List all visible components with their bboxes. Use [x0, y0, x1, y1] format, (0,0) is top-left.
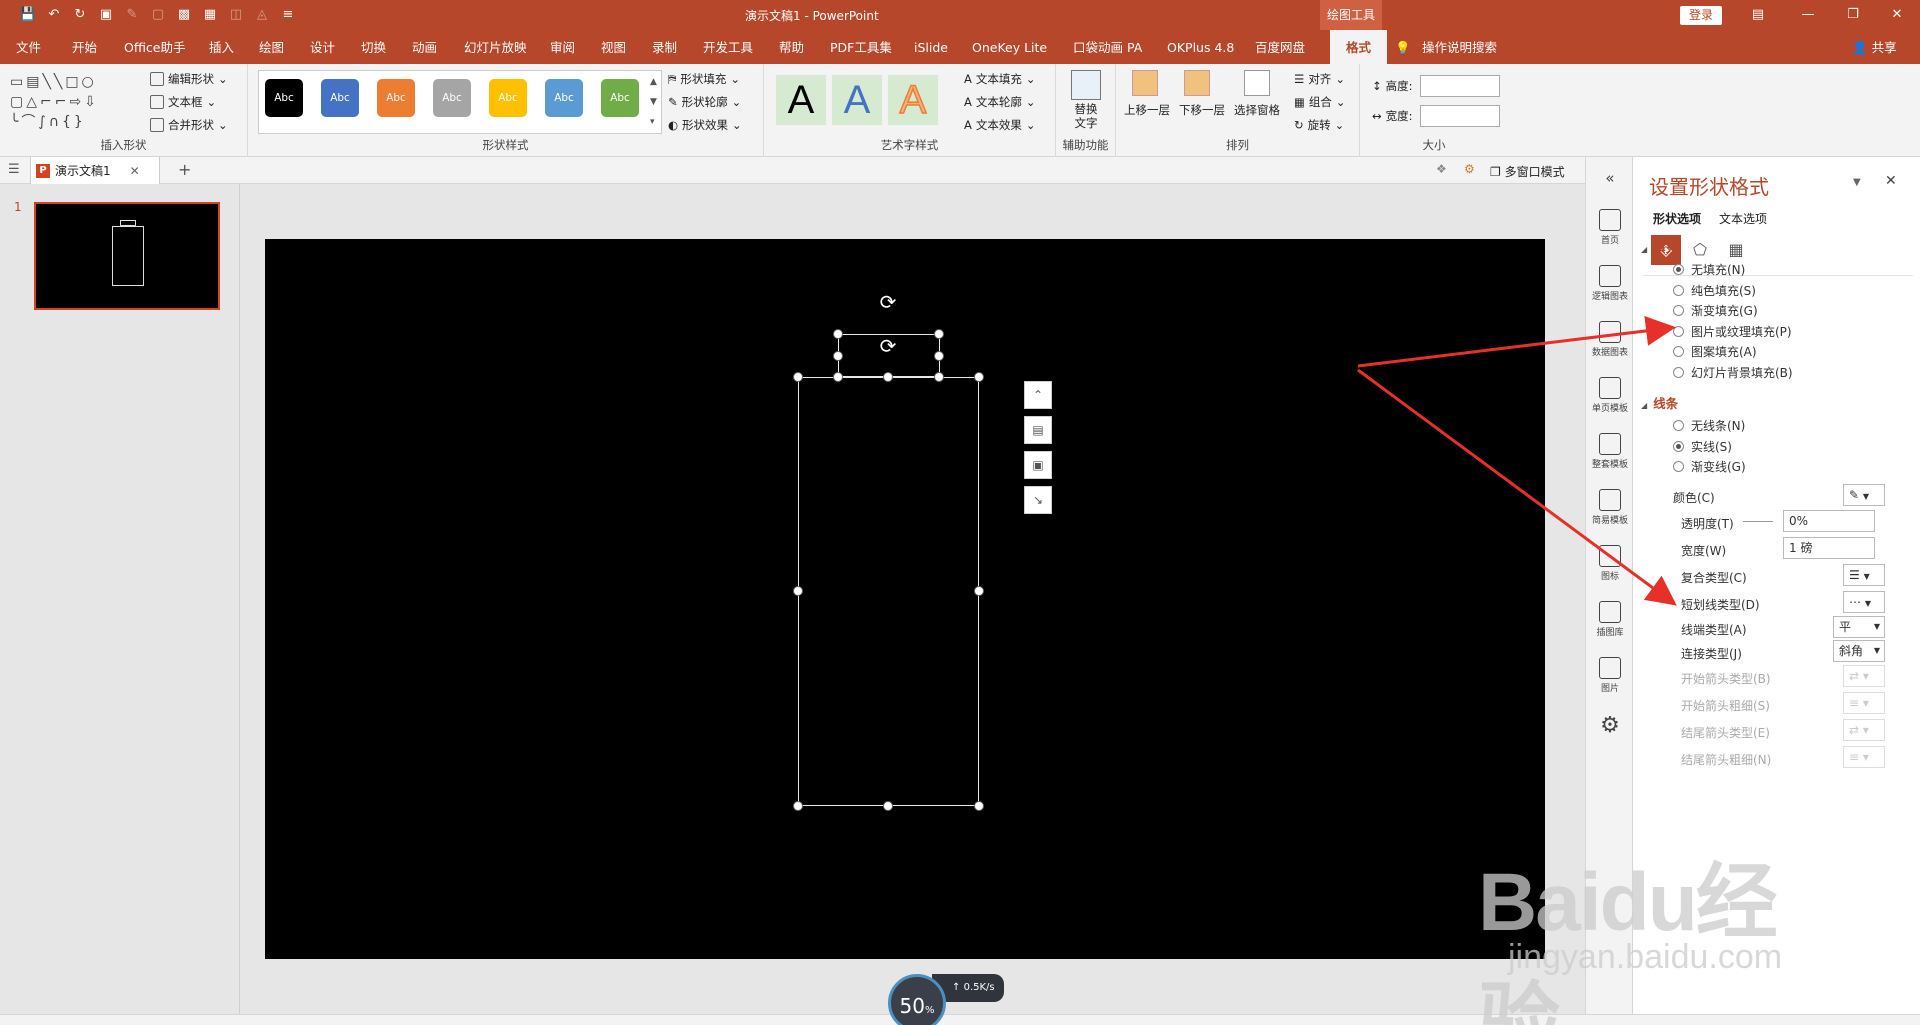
baidu-watermark: Baidu经验 jingyan.baidu.com	[1468, 820, 1838, 1025]
gauge-unit: %	[924, 1005, 935, 1016]
watermark-brand: Baidu经验	[1478, 857, 1778, 1025]
memory-gauge: 50%	[888, 974, 946, 1025]
upload-arrow-icon: ↑	[952, 982, 961, 993]
arrow-to-no-fill	[1357, 316, 1676, 368]
watermark-url: jingyan.baidu.com	[1508, 938, 1783, 976]
network-speed-widget[interactable]: ↑ 0.5K/s 50%	[888, 974, 1008, 1025]
gauge-percent: 50	[899, 994, 925, 1018]
upload-speed: 0.5	[963, 982, 980, 993]
arrow-to-line-color	[1357, 368, 1677, 606]
speed-unit: K/s	[979, 982, 995, 993]
